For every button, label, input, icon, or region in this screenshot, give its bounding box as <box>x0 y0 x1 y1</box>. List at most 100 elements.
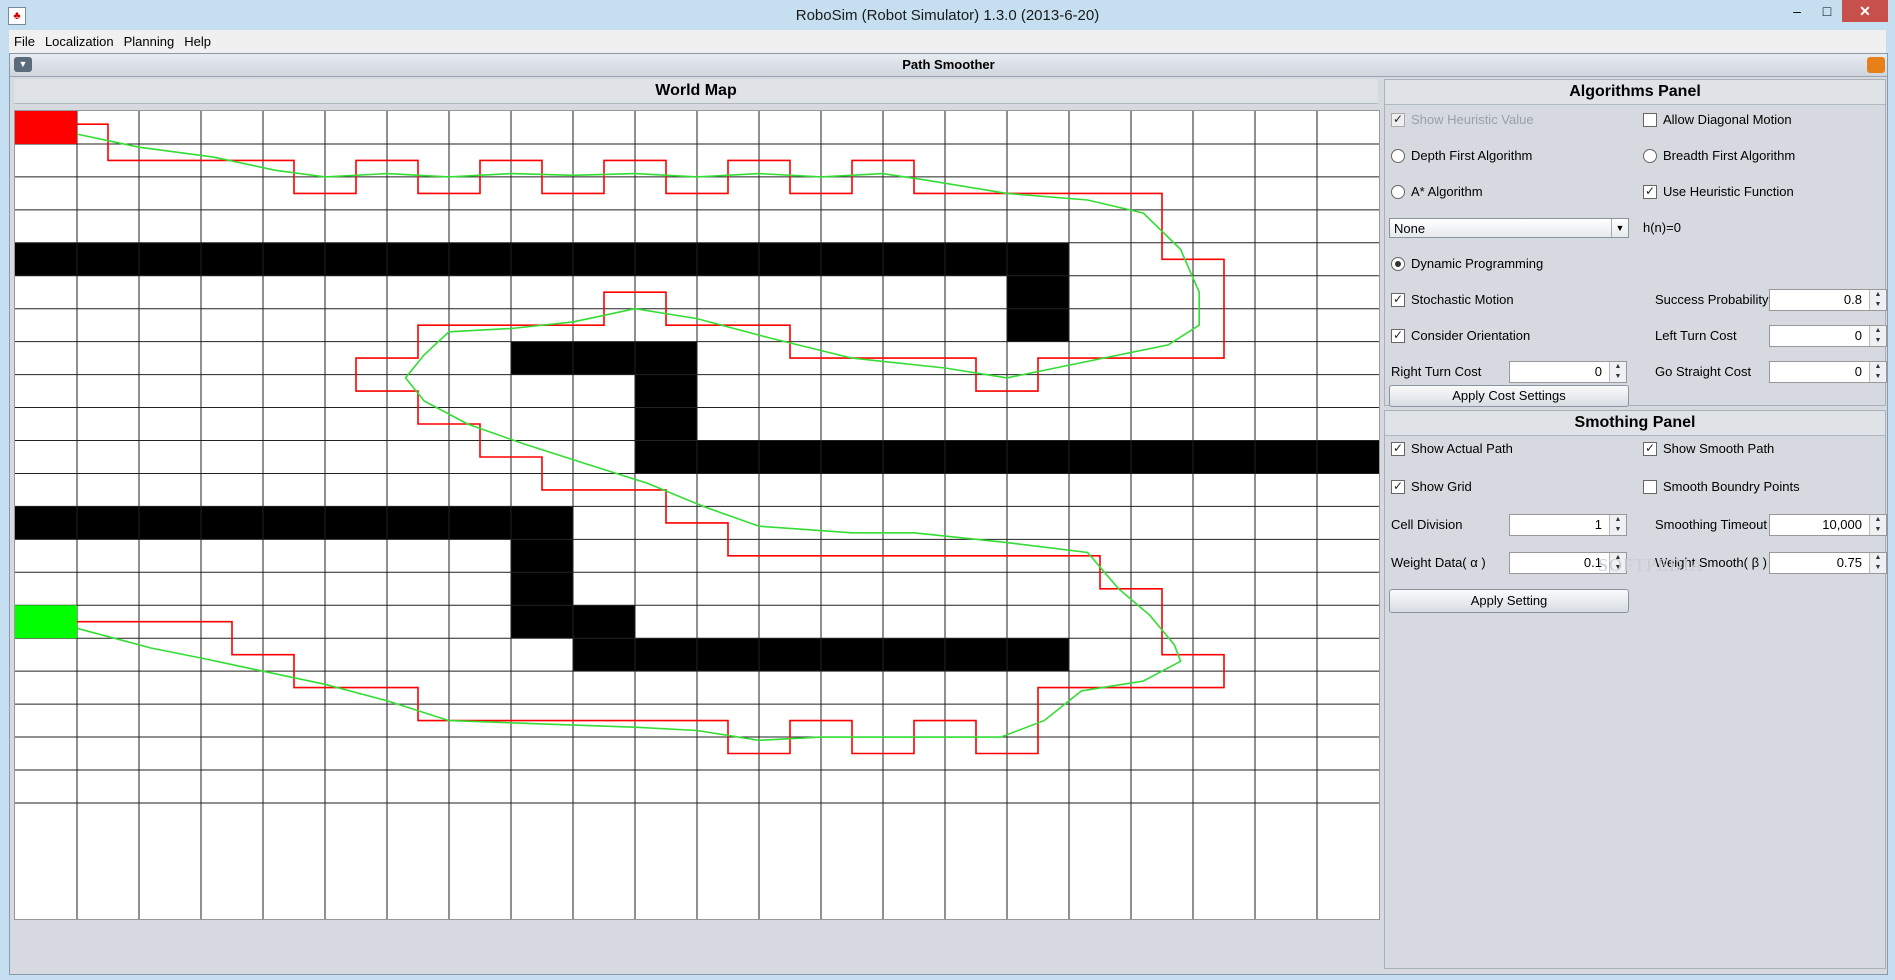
minimize-icon[interactable]: – <box>1782 0 1812 22</box>
radio-icon <box>1643 148 1657 163</box>
show-grid-checkbox[interactable]: Show Grid <box>1391 479 1472 495</box>
cell-division-label: Cell Division <box>1391 517 1463 532</box>
smoothing-panel-title: Smothing Panel <box>1385 411 1885 436</box>
spinner-arrows-icon[interactable]: ▲ ▼ <box>1609 515 1626 535</box>
frame-title: Path Smoother <box>902 57 995 72</box>
stochastic-motion-label: Stochastic Motion <box>1411 292 1514 307</box>
world-map-canvas[interactable] <box>14 110 1380 920</box>
checkbox-icon <box>1391 112 1405 127</box>
close-icon[interactable]: ✕ <box>1842 0 1888 22</box>
weight-data-label: Weight Data( α ) <box>1391 555 1486 570</box>
weight-smooth-spinner[interactable]: ▲▼ <box>1769 552 1887 574</box>
allow-diagonal-label: Allow Diagonal Motion <box>1663 112 1792 127</box>
checkbox-icon <box>1391 328 1405 343</box>
menu-localization[interactable]: Localization <box>40 30 119 49</box>
spinner-arrows-icon[interactable]: ▲ ▼ <box>1869 362 1886 382</box>
consider-orientation-label: Consider Orientation <box>1411 328 1531 343</box>
show-actual-path-label: Show Actual Path <box>1411 441 1513 456</box>
apply-cost-settings-button[interactable]: Apply Cost Settings <box>1389 385 1629 407</box>
bottom-strip <box>14 922 1378 936</box>
menu-planning[interactable]: Planning <box>119 30 180 49</box>
menu-bar: File Localization Planning Help <box>9 30 1886 53</box>
smoothing-timeout-input[interactable] <box>1770 515 1866 533</box>
checkbox-icon <box>1643 112 1657 127</box>
smoothing-timeout-spinner[interactable]: ▲▼ <box>1769 514 1887 536</box>
spinner-arrows-icon[interactable]: ▲ ▼ <box>1869 326 1886 346</box>
go-straight-spinner[interactable]: ▲▼ <box>1769 361 1887 383</box>
cell-division-spinner[interactable]: ▲▼ <box>1509 514 1627 536</box>
smooth-boundary-label: Smooth Boundry Points <box>1663 479 1800 494</box>
stochastic-motion-checkbox[interactable]: Stochastic Motion <box>1391 292 1514 308</box>
a-star-radio[interactable]: A* Algorithm <box>1391 184 1483 200</box>
left-turn-label: Left Turn Cost <box>1655 328 1737 343</box>
frame-menu-icon[interactable]: ▼ <box>14 57 32 72</box>
chevron-down-icon: ▼ <box>1611 219 1628 237</box>
obstacle-5 <box>15 506 573 540</box>
right-turn-input[interactable] <box>1510 362 1606 380</box>
obstacle-2 <box>511 341 697 375</box>
heuristic-formula: h(n)=0 <box>1643 220 1681 235</box>
depth-first-radio[interactable]: Depth First Algorithm <box>1391 148 1532 164</box>
radio-icon <box>1391 148 1405 163</box>
obstacle-0 <box>15 242 1069 276</box>
show-smooth-path-checkbox[interactable]: Show Smooth Path <box>1643 441 1774 457</box>
checkbox-icon <box>1643 441 1657 456</box>
go-straight-label: Go Straight Cost <box>1655 364 1752 379</box>
use-heuristic-checkbox[interactable]: Use Heuristic Function <box>1643 184 1794 200</box>
show-smooth-path-label: Show Smooth Path <box>1663 441 1775 456</box>
checkbox-icon <box>1391 441 1405 456</box>
start-cell <box>15 111 77 144</box>
a-star-label: A* Algorithm <box>1411 184 1483 199</box>
weight-smooth-input[interactable] <box>1770 553 1866 571</box>
right-turn-label: Right Turn Cost <box>1391 364 1482 379</box>
goal-cell <box>15 605 77 639</box>
show-actual-path-checkbox[interactable]: Show Actual Path <box>1391 441 1513 457</box>
breadth-first-radio[interactable]: Breadth First Algorithm <box>1643 148 1795 164</box>
smooth-boundary-checkbox[interactable]: Smooth Boundry Points <box>1643 479 1800 495</box>
checkbox-icon <box>1391 479 1405 494</box>
spinner-arrows-icon[interactable]: ▲ ▼ <box>1869 553 1886 573</box>
apply-setting-button[interactable]: Apply Setting <box>1389 589 1629 613</box>
show-grid-label: Show Grid <box>1411 479 1472 494</box>
right-panel: Algorithms Panel Show Heuristic Value Al… <box>1384 79 1887 969</box>
frame-close-icon[interactable] <box>1867 57 1885 73</box>
spinner-arrows-icon[interactable]: ▲ ▼ <box>1869 515 1886 535</box>
smoothing-panel: Smothing Panel Show Actual Path Show Smo… <box>1384 410 1887 969</box>
success-probability-spinner[interactable]: ▲▼ <box>1769 289 1887 311</box>
show-heuristic-label: Show Heuristic Value <box>1411 112 1534 127</box>
cell-division-input[interactable] <box>1510 515 1606 533</box>
dynamic-programming-radio[interactable]: Dynamic Programming <box>1391 256 1543 272</box>
breadth-first-label: Breadth First Algorithm <box>1663 148 1796 163</box>
spinner-arrows-icon[interactable]: ▲ ▼ <box>1869 290 1886 310</box>
spinner-arrows-icon[interactable]: ▲ ▼ <box>1609 362 1626 382</box>
heuristic-select[interactable]: None ▼ <box>1389 218 1629 238</box>
checkbox-icon <box>1643 479 1657 494</box>
window-titlebar: ♣ RoboSim (Robot Simulator) 1.3.0 (2013-… <box>0 0 1895 30</box>
checkbox-icon <box>1391 292 1405 307</box>
weight-data-input[interactable] <box>1510 553 1606 571</box>
maximize-icon[interactable]: □ <box>1812 0 1842 22</box>
menu-file[interactable]: File <box>9 30 40 49</box>
depth-first-label: Depth First Algorithm <box>1411 148 1533 163</box>
radio-icon <box>1391 256 1405 271</box>
consider-orientation-checkbox[interactable]: Consider Orientation <box>1391 328 1530 344</box>
allow-diagonal-checkbox[interactable]: Allow Diagonal Motion <box>1643 112 1792 128</box>
go-straight-input[interactable] <box>1770 362 1866 380</box>
algorithms-panel-title: Algorithms Panel <box>1385 80 1885 105</box>
obstacle-6 <box>511 539 573 639</box>
menu-help[interactable]: Help <box>179 30 216 49</box>
use-heuristic-label: Use Heuristic Function <box>1663 184 1794 199</box>
success-probability-label: Success Probability <box>1655 292 1769 307</box>
success-probability-input[interactable] <box>1770 290 1866 308</box>
left-turn-input[interactable] <box>1770 326 1866 344</box>
path-smoother-frame: ▼ Path Smoother World Map Algorithms Pan… <box>9 53 1888 975</box>
window-title: RoboSim (Robot Simulator) 1.3.0 (2013-6-… <box>795 7 1100 24</box>
softpedia-watermark: SOFTPEDIA <box>1598 555 1705 575</box>
world-map-svg[interactable] <box>15 111 1379 919</box>
left-turn-spinner[interactable]: ▲▼ <box>1769 325 1887 347</box>
smoothing-timeout-label: Smoothing Timeout <box>1655 517 1768 532</box>
right-turn-spinner[interactable]: ▲▼ <box>1509 361 1627 383</box>
heuristic-select-value: None <box>1394 221 1426 236</box>
algorithms-panel: Algorithms Panel Show Heuristic Value Al… <box>1384 79 1887 407</box>
show-heuristic-checkbox[interactable]: Show Heuristic Value <box>1391 112 1534 128</box>
